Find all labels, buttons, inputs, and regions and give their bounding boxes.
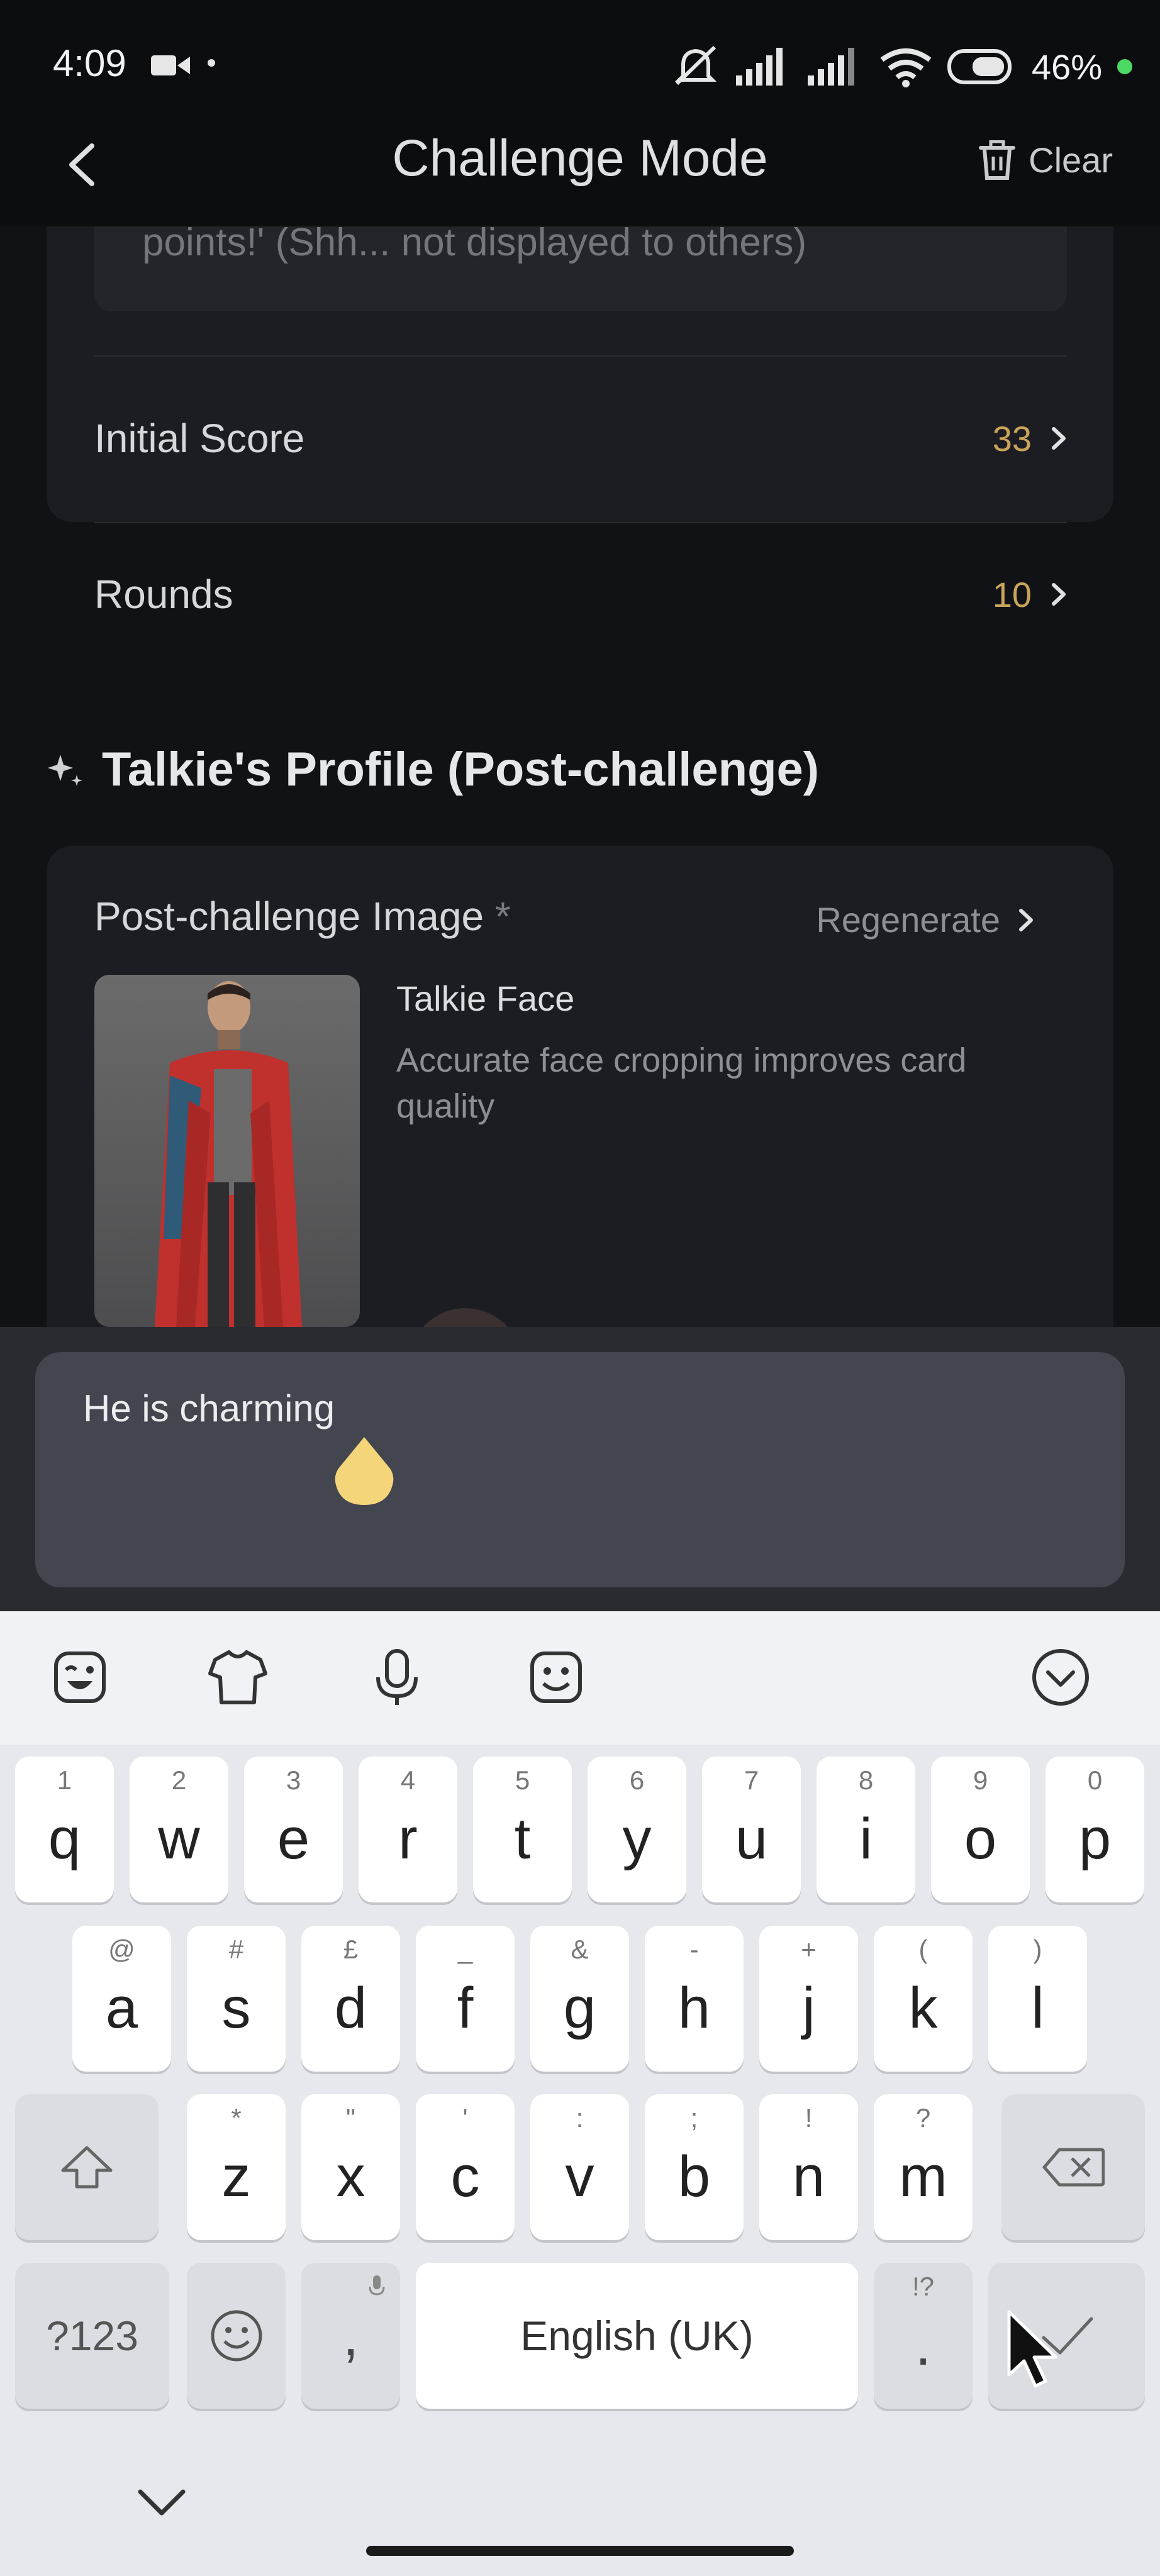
key-y[interactable]: 6y <box>588 1757 686 1902</box>
space-key[interactable]: English (UK) <box>416 2263 858 2409</box>
key-e[interactable]: 3e <box>244 1757 343 1902</box>
shirt-icon[interactable] <box>206 1646 269 1709</box>
initial-score-row[interactable]: Initial Score 33 <box>94 360 1067 516</box>
key-n[interactable]: ! n <box>759 2094 858 2240</box>
regenerate-button[interactable]: Regenerate <box>816 899 1034 940</box>
key-t[interactable]: 5t <box>473 1757 572 1902</box>
textarea-hint: points!' (Shh... not displayed to others… <box>142 226 807 264</box>
initial-score-value: 33 <box>992 418 1032 458</box>
key-a[interactable]: @ a <box>72 1926 171 2072</box>
signal-icon <box>735 48 783 86</box>
mute-icon <box>674 45 717 86</box>
backspace-icon <box>1042 2148 1105 2187</box>
row-label: Rounds <box>94 572 233 617</box>
key-f[interactable]: _ f <box>416 1926 515 2072</box>
key-b[interactable]: ; b <box>645 2094 744 2240</box>
chevron-right-icon <box>1019 908 1033 931</box>
emoji-key[interactable] <box>187 2263 286 2409</box>
home-indicator[interactable] <box>366 2546 794 2556</box>
text-cursor-handle[interactable] <box>333 1437 395 1506</box>
key-x[interactable]: " x <box>301 2094 400 2240</box>
scroll-content[interactable]: points!' (Shh... not displayed to others… <box>0 226 1160 1327</box>
backspace-key[interactable] <box>1001 2094 1145 2240</box>
shift-key[interactable] <box>15 2094 159 2240</box>
battery-icon <box>947 49 1012 84</box>
section-title: Talkie's Profile (Post-challenge) <box>47 742 819 797</box>
key-p[interactable]: 0p <box>1046 1757 1144 1902</box>
key-v[interactable]: :v <box>530 2094 629 2240</box>
key-k[interactable]: (k <box>874 1926 973 2072</box>
wifi-icon <box>880 48 932 87</box>
shift-icon <box>61 2146 113 2189</box>
key-l[interactable]: ) l <box>988 1926 1087 2072</box>
chevron-down-icon[interactable] <box>135 2484 188 2522</box>
rounds-value: 10 <box>992 574 1032 614</box>
message-input-text[interactable]: He is charming <box>83 1387 335 1430</box>
sparkle-icon <box>48 754 82 786</box>
talkie-face-description: Accurate face cropping improves card qua… <box>396 1041 967 1125</box>
charging-dot <box>1117 59 1132 74</box>
key-m[interactable]: ? m <box>874 2094 973 2240</box>
post-challenge-image-label: Post-challenge Image * <box>94 894 511 939</box>
emoji-face-icon[interactable] <box>525 1646 588 1709</box>
key-w[interactable]: 2w <box>130 1757 228 1902</box>
key-z[interactable]: * z <box>187 2094 286 2240</box>
key-u[interactable]: 7u <box>702 1757 801 1902</box>
key-q[interactable]: 1q <box>15 1757 114 1902</box>
key-r[interactable]: 4r <box>359 1757 457 1902</box>
rounds-row[interactable]: Rounds 10 <box>94 516 1067 672</box>
key-j[interactable]: + j <box>759 1926 858 2072</box>
microphone-icon[interactable] <box>365 1646 428 1709</box>
divider <box>94 355 1067 357</box>
key-g[interactable]: & g <box>530 1926 629 2072</box>
video-icon <box>151 55 190 75</box>
emoji-icon <box>211 2310 262 2362</box>
regenerate-label: Regenerate <box>816 900 1000 940</box>
key-i[interactable]: 8i <box>817 1757 915 1902</box>
talkie-face-title: Talkie Face <box>396 979 575 1018</box>
man-in-red-coat-illustration <box>155 981 302 1327</box>
section-title-text: Talkie's Profile (Post-challenge) <box>102 743 820 796</box>
sticker-icon[interactable] <box>48 1646 111 1709</box>
key-s[interactable]: # s <box>187 1926 286 2072</box>
key-h[interactable]: -h <box>645 1926 744 2072</box>
row-label: Initial Score <box>94 416 305 461</box>
notification-dot <box>208 59 215 67</box>
key-d[interactable]: £ d <box>301 1926 400 2072</box>
mic-hint-icon <box>369 2275 385 2296</box>
chevron-right-icon <box>1052 427 1066 450</box>
status-icons: 46% <box>671 42 1132 92</box>
key-o[interactable]: 9o <box>931 1757 1030 1902</box>
status-time: 4:09 <box>53 42 126 84</box>
mouse-pointer-icon <box>1007 2310 1057 2388</box>
comma-key[interactable]: , <box>301 2263 400 2409</box>
chevron-right-icon <box>1052 583 1066 606</box>
required-mark: * <box>494 894 511 939</box>
signal-icon <box>807 48 854 86</box>
key-c[interactable]: ' c <box>416 2094 515 2240</box>
clear-button[interactable]: Clear <box>978 140 1113 180</box>
battery-percent: 46% <box>1031 47 1102 87</box>
clear-label: Clear <box>1029 140 1113 180</box>
collapse-icon[interactable] <box>1029 1646 1092 1709</box>
trash-icon <box>979 140 1016 180</box>
post-challenge-image[interactable] <box>94 975 360 1327</box>
period-key[interactable]: !? . <box>874 2263 973 2409</box>
symbols-key[interactable]: ?123 <box>15 2263 169 2409</box>
